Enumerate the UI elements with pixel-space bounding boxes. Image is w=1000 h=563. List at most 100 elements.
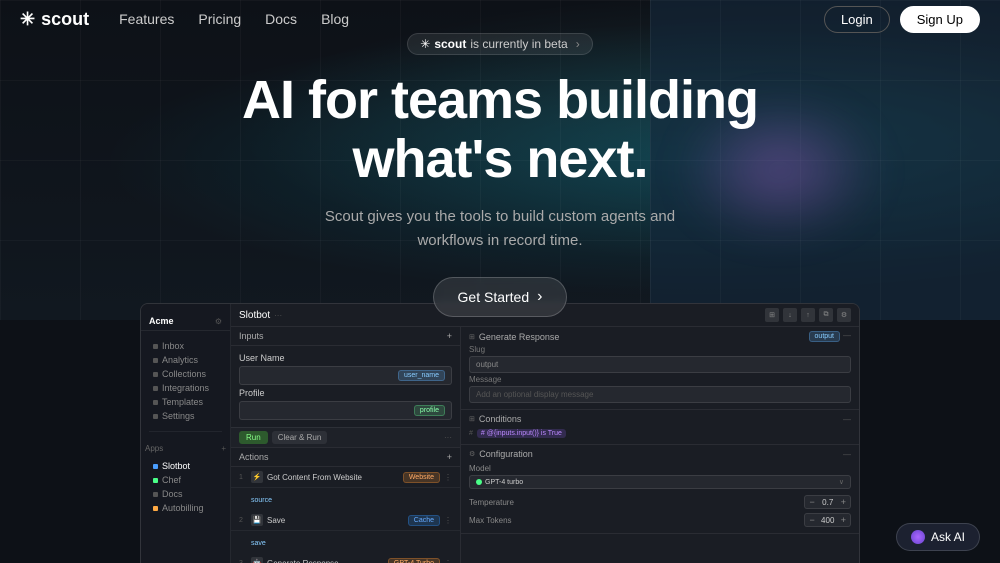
sidebar-item-integrations[interactable]: Integrations [149,381,222,395]
settings-icon [153,414,158,419]
sidebar-item-collections[interactable]: Collections [149,367,222,381]
temperature-increase[interactable]: + [841,497,846,507]
toolbar-icon-4[interactable]: ⧉ [819,308,833,322]
model-selector[interactable]: GPT-4 turbo ∨ [469,475,851,489]
sidebar-nav: Inbox Analytics Collections Integrations… [141,335,230,427]
ask-ai-label: Ask AI [931,530,965,544]
action-3-more[interactable]: ⋮ [444,559,452,563]
temperature-decrease[interactable]: − [809,497,814,507]
max-tokens-decrease[interactable]: − [809,515,814,525]
action-1[interactable]: 1 ⚡ Got Content From Website Website ⋮ [231,467,460,488]
slug-input[interactable]: output [469,356,851,373]
docs-label: Docs [162,489,183,499]
action-2-tag-row: save [231,531,460,553]
generate-response-section: ⊞ Generate Response output — Slug output… [461,327,859,410]
get-started-button[interactable]: Get Started › [433,277,568,317]
left-panel: Inputs + User Name user_name Profile pro… [231,327,461,563]
apps-add-icon[interactable]: + [221,444,226,453]
collections-label: Collections [162,369,206,379]
conditions-header: ⊞ Conditions — [469,414,851,424]
condition-row: # # @{inputs.input()} is True [469,427,851,440]
username-label: User Name [239,353,452,363]
section-more[interactable]: — [843,331,851,342]
sidebar-item-autobilling[interactable]: Autobilling [149,501,222,515]
analytics-icon [153,358,158,363]
apps-header: Apps + [141,442,230,455]
login-button[interactable]: Login [824,6,890,33]
model-row: Model [469,462,851,475]
sidebar-item-chef[interactable]: Chef [149,473,222,487]
inbox-icon [153,344,158,349]
hero-section: ✳ scout is currently in beta › AI for te… [0,0,1000,320]
sidebar-item-slotbot[interactable]: Slotbot [149,459,222,473]
action-3[interactable]: 3 🤖 Generate Response GPT-4 Turbo ⋮ [231,553,460,563]
sidebar-item-inbox[interactable]: Inbox [149,339,222,353]
toolbar-icon-2[interactable]: ↓ [783,308,797,322]
navbar: ✳ scout Features Pricing Docs Blog Login… [0,0,1000,38]
nav-features[interactable]: Features [119,11,174,27]
action-1-icon: ⚡ [251,471,263,483]
sidebar-item-templates[interactable]: Templates [149,395,222,409]
max-tokens-increase[interactable]: + [841,515,846,525]
logo-text: scout [41,9,89,30]
docs-icon [153,492,158,497]
nav-links: Features Pricing Docs Blog [119,11,824,27]
templates-label: Templates [162,397,203,407]
hero-title: AI for teams building what's next. [242,71,758,190]
action-2-num: 2 [239,517,247,524]
action-2-more[interactable]: ⋮ [444,516,452,525]
sidebar-item-settings[interactable]: Settings [149,409,222,423]
nav-blog[interactable]: Blog [321,11,349,27]
action-1-more[interactable]: ⋮ [444,473,452,482]
beta-chevron: › [576,37,580,51]
beta-description: is currently in beta [470,37,567,51]
message-input[interactable]: Add an optional display message [469,386,851,403]
max-tokens-stepper[interactable]: − 400 + [804,513,851,527]
username-tag: user_name [398,370,445,381]
autobilling-icon [153,506,158,511]
config-header: ⚙ Configuration — [469,449,851,459]
nav-docs[interactable]: Docs [265,11,297,27]
ask-ai-button[interactable]: Ask AI [896,523,980,551]
config-more[interactable]: — [843,450,851,459]
conditions-more[interactable]: — [843,415,851,424]
logo[interactable]: ✳ scout [20,9,89,30]
toolbar-icon-3[interactable]: ↑ [801,308,815,322]
inputs-add[interactable]: + [447,331,452,341]
action-1-num: 1 [239,474,247,481]
sidebar-apps: Slotbot Chef Docs Autobilling [141,455,230,519]
toolbar-icon-5[interactable]: ⚙ [837,308,851,322]
run-options[interactable]: ··· [444,433,452,442]
action-2-icon: 💾 [251,514,263,526]
model-label: Model [469,464,491,473]
integrations-label: Integrations [162,383,209,393]
configuration-section: ⚙ Configuration — Model GPT-4 turbo ∨ [461,445,859,534]
action-3-name: Generate Response [267,559,384,563]
nav-pricing[interactable]: Pricing [198,11,241,27]
profile-field[interactable]: profile [239,401,452,420]
model-status-dot [476,479,482,485]
temperature-stepper[interactable]: − 0.7 + [804,495,851,509]
nav-actions: Login Sign Up [824,6,980,33]
run-button[interactable]: Run [239,431,268,444]
profile-tag: profile [414,405,445,416]
action-1-tag-row: source [231,488,460,510]
integrations-icon [153,386,158,391]
signup-button[interactable]: Sign Up [900,6,980,33]
sidebar-item-docs[interactable]: Docs [149,487,222,501]
sidebar: Acme ⚙ Inbox Analytics Collections Integ… [141,304,231,563]
action-1-badge: Website [403,472,440,483]
action-2[interactable]: 2 💾 Save Cache ⋮ [231,510,460,531]
toolbar-icon-1[interactable]: ⊞ [765,308,779,322]
clear-run-button[interactable]: Clear & Run [272,431,328,444]
action-1-name: Got Content From Website [267,473,399,482]
action-3-badge: GPT-4 Turbo [388,558,440,563]
message-label: Message [469,375,851,384]
sidebar-item-analytics[interactable]: Analytics [149,353,222,367]
slotbot-icon [153,464,158,469]
logo-asterisk: ✳ [20,9,35,30]
actions-add[interactable]: + [447,452,452,462]
temperature-value: 0.7 [818,498,838,507]
apps-label: Apps [145,444,163,453]
username-field[interactable]: user_name [239,366,452,385]
